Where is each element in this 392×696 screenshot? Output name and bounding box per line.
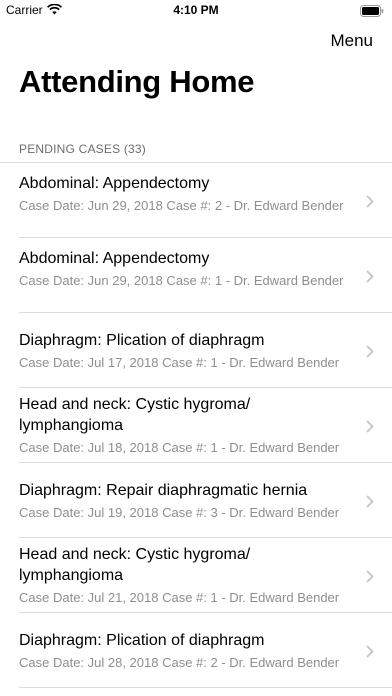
case-row[interactable]: Head and neck: Cystic hygroma/ lymphangi…	[0, 538, 392, 613]
case-subtitle: Case Date: Jun 29, 2018 Case #: 1 - Dr. …	[19, 273, 344, 288]
chevron-right-icon	[366, 420, 374, 432]
chevron-right-icon	[366, 570, 374, 582]
case-title: Abdominal: Appendectomy	[19, 250, 210, 267]
section-header-pending-cases: PENDING CASES (33)	[19, 142, 146, 156]
case-row[interactable]: Abdominal: Appendectomy Case Date: Jun 2…	[0, 163, 392, 238]
chevron-right-icon	[366, 645, 374, 657]
status-bar: Carrier 4:10 PM	[0, 0, 392, 22]
case-title: Diaphragm: Repair diaphragmatic hernia	[19, 482, 308, 499]
chevron-right-icon	[366, 270, 374, 282]
row-divider	[19, 687, 392, 688]
chevron-right-icon	[366, 195, 374, 207]
case-subtitle: Case Date: Jul 18, 2018 Case #: 1 - Dr. …	[19, 440, 340, 455]
battery-icon	[360, 5, 384, 17]
chevron-right-icon	[366, 495, 374, 507]
case-title: Head and neck: Cystic hygroma/ lymphangi…	[19, 546, 251, 584]
case-subtitle: Case Date: Jul 17, 2018 Case #: 1 - Dr. …	[19, 355, 340, 370]
case-row[interactable]: Diaphragm: Plication of diaphragm Case D…	[0, 313, 392, 388]
case-title: Abdominal: Appendectomy	[19, 175, 210, 192]
case-row[interactable]: Diaphragm: Repair diaphragmatic hernia C…	[0, 463, 392, 538]
case-subtitle: Case Date: Jun 29, 2018 Case #: 2 - Dr. …	[19, 198, 344, 213]
case-row[interactable]: Abdominal: Appendectomy Case Date: Jun 2…	[0, 238, 392, 313]
case-title: Diaphragm: Plication of diaphragm	[19, 632, 265, 649]
case-subtitle: Case Date: Jul 28, 2018 Case #: 2 - Dr. …	[19, 655, 340, 670]
case-subtitle: Case Date: Jul 19, 2018 Case #: 3 - Dr. …	[19, 505, 340, 520]
case-row[interactable]: Head and neck: Cystic hygroma/ lymphangi…	[0, 388, 392, 463]
menu-button[interactable]: Menu	[330, 31, 373, 51]
case-subtitle: Case Date: Jul 21, 2018 Case #: 1 - Dr. …	[19, 590, 340, 605]
page-title: Attending Home	[19, 64, 255, 99]
case-title: Head and neck: Cystic hygroma/ lymphangi…	[19, 396, 251, 434]
chevron-right-icon	[366, 345, 374, 357]
case-title: Diaphragm: Plication of diaphragm	[19, 332, 265, 349]
status-time: 4:10 PM	[173, 3, 219, 17]
pending-cases-list: Abdominal: Appendectomy Case Date: Jun 2…	[0, 163, 392, 688]
case-row[interactable]: Diaphragm: Plication of diaphragm Case D…	[0, 613, 392, 688]
